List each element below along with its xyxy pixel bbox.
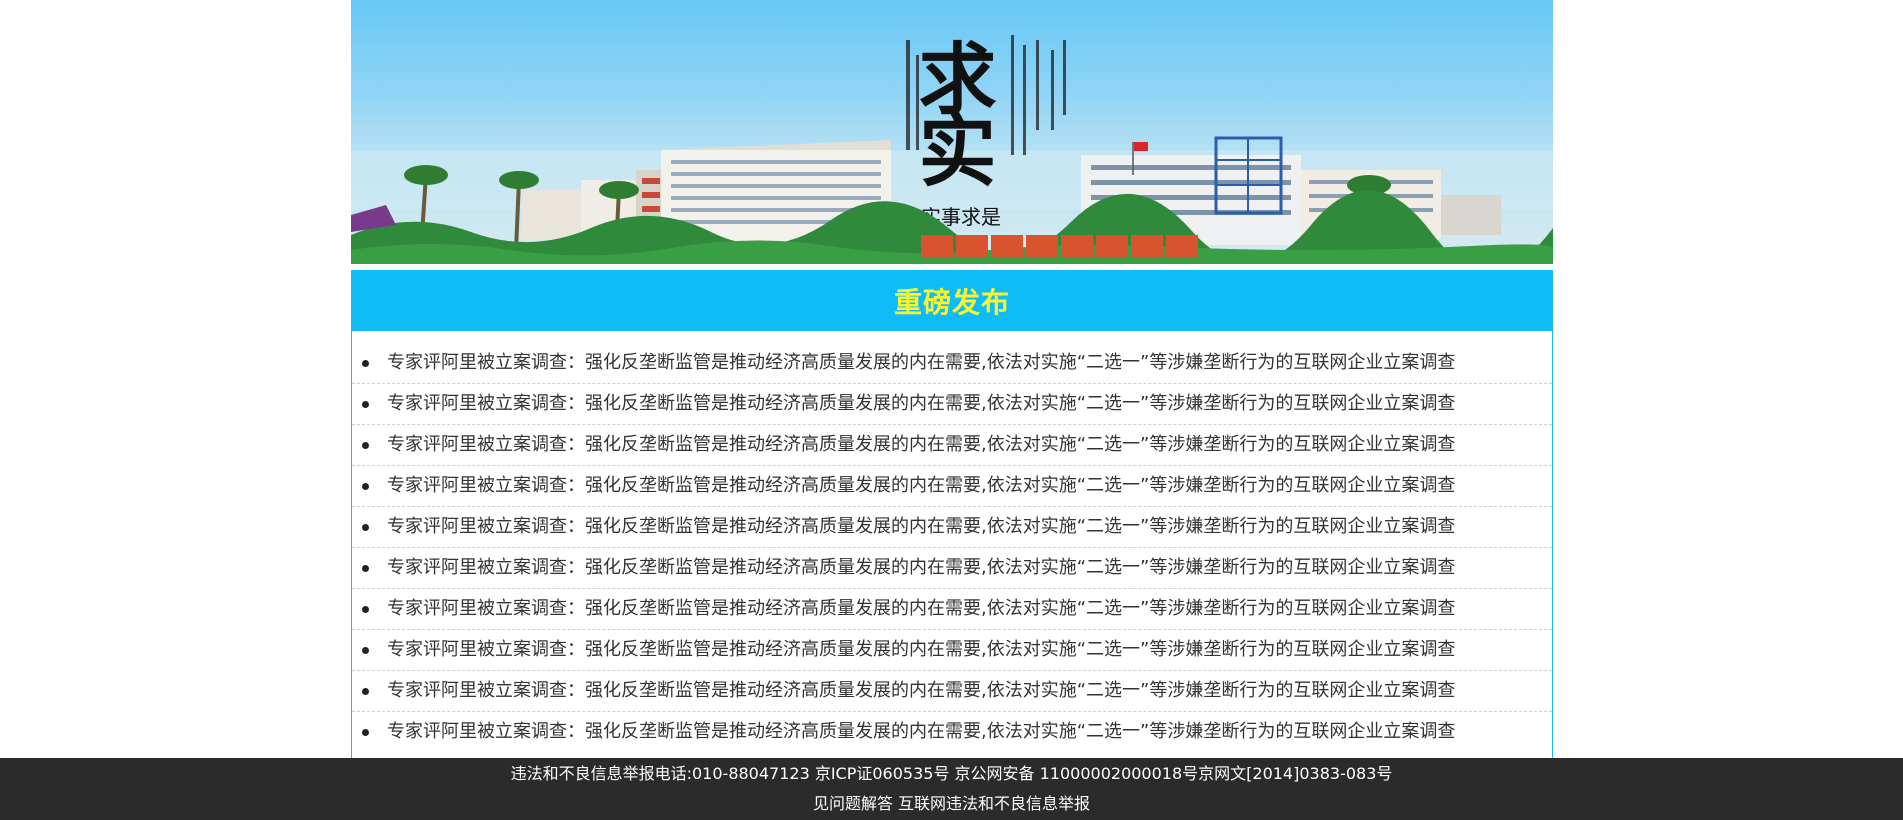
bullet-icon — [362, 442, 369, 449]
news-item[interactable]: 专家评阿里被立案调查：强化反垄断监管是推动经济高质量发展的内在需要,依法对实施“… — [352, 466, 1552, 507]
news-item-text[interactable]: 专家评阿里被立案调查：强化反垄断监管是推动经济高质量发展的内在需要,依法对实施“… — [387, 721, 1455, 742]
news-item[interactable]: 专家评阿里被立案调查：强化反垄断监管是推动经济高质量发展的内在需要,依法对实施“… — [352, 671, 1552, 712]
news-item[interactable]: 专家评阿里被立案调查：强化反垄断监管是推动经济高质量发展的内在需要,依法对实施“… — [352, 425, 1552, 466]
site-footer: 违法和不良信息举报电话:010-88047123 京ICP证060535号 京公… — [0, 758, 1903, 820]
bullet-icon — [362, 688, 369, 695]
news-item[interactable]: 专家评阿里被立案调查：强化反垄断监管是推动经济高质量发展的内在需要,依法对实施“… — [352, 507, 1552, 548]
banner-big-text: 求实 — [906, 38, 997, 187]
bullet-icon — [362, 729, 369, 736]
bullet-icon — [362, 401, 369, 408]
banner-illustration: 求实 实事求是 — [351, 35, 1553, 264]
bullet-icon — [362, 565, 369, 572]
page-container: 求实 实事求是 重磅发布 专家评阿里被立案调查：强化反垄断监管是推动经济高质量发… — [351, 0, 1553, 763]
news-item[interactable]: 专家评阿里被立案调查：强化反垄断监管是推动经济高质量发展的内在需要,依法对实施“… — [352, 630, 1552, 671]
faq-link[interactable]: 见问题解答 — [813, 794, 893, 813]
news-item-text[interactable]: 专家评阿里被立案调查：强化反垄断监管是推动经济高质量发展的内在需要,依法对实施“… — [387, 516, 1455, 537]
news-item-text[interactable]: 专家评阿里被立案调查：强化反垄断监管是推动经济高质量发展的内在需要,依法对实施“… — [387, 557, 1455, 578]
news-item[interactable]: 专家评阿里被立案调查：强化反垄断监管是推动经济高质量发展的内在需要,依法对实施“… — [352, 712, 1552, 752]
bullet-icon — [362, 483, 369, 490]
section-title: 重磅发布 — [893, 285, 1010, 319]
report-link[interactable]: 互联网违法和不良信息举报 — [898, 794, 1090, 813]
campus-banner: 求实 实事求是 — [351, 0, 1553, 267]
news-item[interactable]: 专家评阿里被立案调查：强化反垄断监管是推动经济高质量发展的内在需要,依法对实施“… — [352, 589, 1552, 630]
bullet-icon — [362, 360, 369, 367]
news-section: 重磅发布 专家评阿里被立案调查：强化反垄断监管是推动经济高质量发展的内在需要,依… — [351, 270, 1553, 763]
news-item-text[interactable]: 专家评阿里被立案调查：强化反垄断监管是推动经济高质量发展的内在需要,依法对实施“… — [387, 598, 1455, 619]
footer-links: 见问题解答 互联网违法和不良信息举报 — [0, 792, 1903, 816]
news-list: 专家评阿里被立案调查：强化反垄断监管是推动经济高质量发展的内在需要,依法对实施“… — [352, 343, 1552, 752]
bullet-icon — [362, 647, 369, 654]
news-item-text[interactable]: 专家评阿里被立案调查：强化反垄断监管是推动经济高质量发展的内在需要,依法对实施“… — [387, 680, 1455, 701]
news-item[interactable]: 专家评阿里被立案调查：强化反垄断监管是推动经济高质量发展的内在需要,依法对实施“… — [352, 343, 1552, 384]
news-item[interactable]: 专家评阿里被立案调查：强化反垄断监管是推动经济高质量发展的内在需要,依法对实施“… — [352, 384, 1552, 425]
news-item-text[interactable]: 专家评阿里被立案调查：强化反垄断监管是推动经济高质量发展的内在需要,依法对实施“… — [387, 352, 1455, 373]
bullet-icon — [362, 524, 369, 531]
bullet-icon — [362, 606, 369, 613]
news-item-text[interactable]: 专家评阿里被立案调查：强化反垄断监管是推动经济高质量发展的内在需要,依法对实施“… — [387, 475, 1455, 496]
news-item-text[interactable]: 专家评阿里被立案调查：强化反垄断监管是推动经济高质量发展的内在需要,依法对实施“… — [387, 393, 1455, 414]
footer-license-info: 违法和不良信息举报电话:010-88047123 京ICP证060535号 京公… — [510, 764, 1393, 783]
news-item-text[interactable]: 专家评阿里被立案调查：强化反垄断监管是推动经济高质量发展的内在需要,依法对实施“… — [387, 434, 1455, 455]
news-item[interactable]: 专家评阿里被立案调查：强化反垄断监管是推动经济高质量发展的内在需要,依法对实施“… — [352, 548, 1552, 589]
news-item-text[interactable]: 专家评阿里被立案调查：强化反垄断监管是推动经济高质量发展的内在需要,依法对实施“… — [387, 639, 1455, 660]
section-header: 重磅发布 — [352, 270, 1552, 331]
